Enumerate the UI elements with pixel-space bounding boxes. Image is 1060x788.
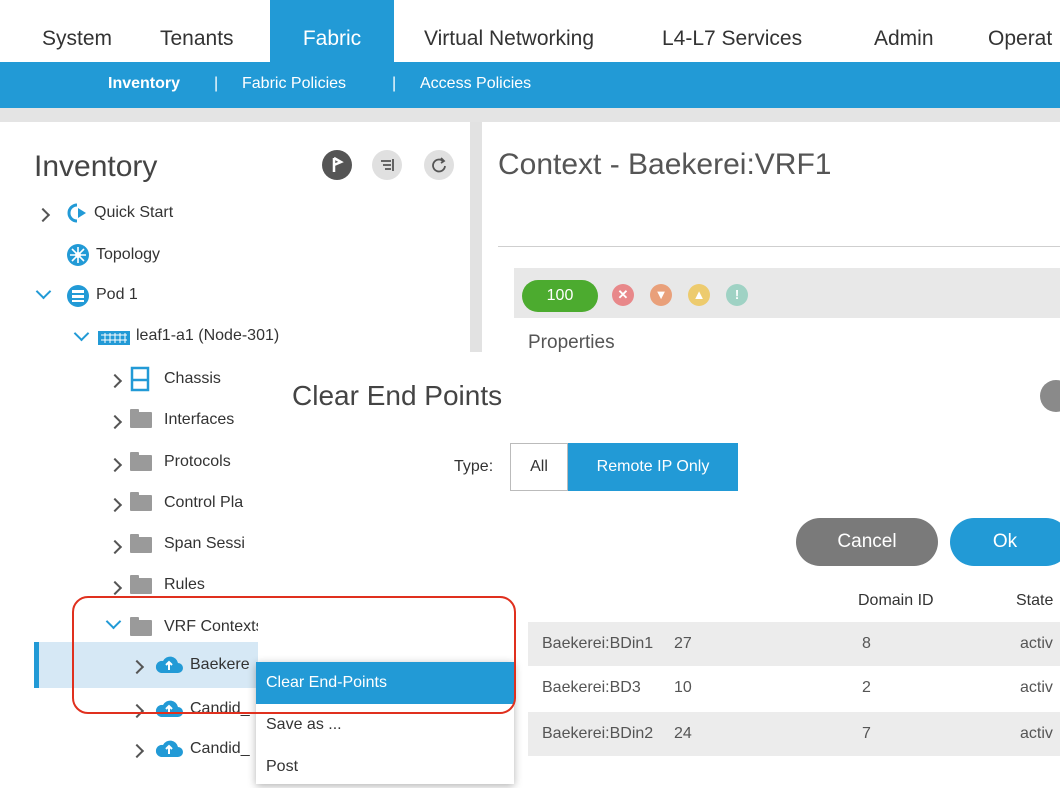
tree-item-pod-1[interactable]: Pod 1 <box>96 286 138 304</box>
folder-icon <box>130 575 152 594</box>
tree-item-interfaces[interactable]: Interfaces <box>164 411 234 429</box>
subnav-fabric-policies[interactable]: Fabric Policies <box>242 62 346 108</box>
tree-item-rules[interactable]: Rules <box>164 576 205 594</box>
major-fault-icon[interactable]: ▼ <box>650 284 672 306</box>
column-header-domain-id[interactable]: Domain ID <box>858 592 934 610</box>
annotation-highlight-outline <box>72 596 516 714</box>
type-option-remote-ip-only[interactable]: Remote IP Only <box>568 443 738 491</box>
critical-fault-icon[interactable]: ✕ <box>612 284 634 306</box>
table-cell: Baekerei:BDin1 <box>542 635 654 652</box>
table-cell: Baekerei:BDin2 <box>542 725 654 742</box>
warning-fault-icon[interactable]: ! <box>726 284 748 306</box>
switch-icon <box>98 331 130 350</box>
tab-virtual-networking[interactable]: Virtual Networking <box>424 0 594 62</box>
type-label: Type: <box>454 458 494 475</box>
folder-icon <box>130 452 152 471</box>
health-score-badge: 100 <box>522 280 598 312</box>
selection-indicator <box>34 642 39 688</box>
column-header-state[interactable]: State <box>1016 592 1053 610</box>
header-gap <box>0 108 1060 122</box>
properties-label: Properties <box>528 332 615 353</box>
sidebar-title: Inventory <box>34 150 158 183</box>
table-cell: activ <box>1020 679 1053 696</box>
ok-button[interactable]: Ok <box>950 518 1060 566</box>
top-nav: System Tenants Fabric Virtual Networking… <box>0 0 1060 62</box>
table-cell: activ <box>1020 725 1053 742</box>
folder-icon <box>130 534 152 553</box>
table-row[interactable]: Baekerei:BD3 10 2 activ <box>528 666 1060 710</box>
table-row[interactable]: Baekerei:BDin2 24 7 activ <box>528 712 1060 756</box>
folder-icon <box>130 492 152 511</box>
cancel-button[interactable]: Cancel <box>796 518 938 566</box>
tab-l4-l7-services[interactable]: L4-L7 Services <box>662 0 802 62</box>
tree-item-topology[interactable]: Topology <box>96 246 160 264</box>
minor-fault-icon[interactable]: ▲ <box>688 284 710 306</box>
tree-item-span-sessions[interactable]: Span Sessi <box>164 535 245 553</box>
tree-item-vrf-candid[interactable]: Candid_ <box>190 740 250 758</box>
vrf-icon <box>154 738 184 763</box>
table-cell: activ <box>1020 635 1053 652</box>
refresh-icon[interactable] <box>424 150 454 180</box>
tree-item-leaf[interactable]: leaf1-a1 (Node-301) <box>136 327 279 345</box>
quick-start-icon <box>64 202 90 229</box>
menu-item-post[interactable]: Post <box>256 746 514 788</box>
pod-icon <box>66 284 90 313</box>
dialog-title: Clear End Points <box>292 380 503 411</box>
subnav-separator: | <box>214 75 219 92</box>
tree-item-protocols[interactable]: Protocols <box>164 453 231 471</box>
table-cell: 27 <box>674 635 692 652</box>
tab-admin[interactable]: Admin <box>874 0 934 62</box>
table-cell: 24 <box>674 725 692 742</box>
sub-nav: Inventory | Fabric Policies | Access Pol… <box>0 62 1060 108</box>
table-row[interactable]: Baekerei:BDin1 27 8 activ <box>528 622 1060 666</box>
table-cell: 2 <box>862 679 871 696</box>
tab-tenants[interactable]: Tenants <box>160 0 234 62</box>
tree-item-quick-start[interactable]: Quick Start <box>94 204 173 222</box>
subnav-inventory[interactable]: Inventory <box>108 62 180 108</box>
table-cell: 10 <box>674 679 692 696</box>
folder-icon <box>130 409 152 428</box>
tab-operations[interactable]: Operat <box>988 0 1052 62</box>
filter-icon[interactable] <box>372 150 402 180</box>
table-cell: Baekerei:BD3 <box>542 679 641 696</box>
table-cell: 8 <box>862 635 871 652</box>
type-option-all[interactable]: All <box>510 443 568 491</box>
subnav-access-policies[interactable]: Access Policies <box>420 62 531 108</box>
table-cell: 7 <box>862 725 871 742</box>
tab-system[interactable]: System <box>42 0 112 62</box>
page-title: Context - Baekerei:VRF1 <box>498 148 832 181</box>
tree-item-chassis[interactable]: Chassis <box>164 370 221 388</box>
subnav-separator: | <box>392 75 397 92</box>
quick-start-tool-icon[interactable] <box>322 150 352 180</box>
tree-item-control-plane[interactable]: Control Pla <box>164 494 243 512</box>
chassis-icon <box>130 366 150 397</box>
tab-fabric[interactable]: Fabric <box>270 0 394 62</box>
divider <box>498 246 1060 247</box>
topology-icon <box>66 243 90 272</box>
